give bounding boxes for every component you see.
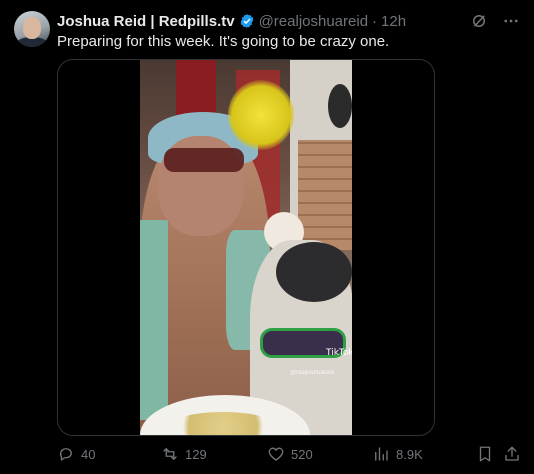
author-name[interactable]: Joshua Reid | Redpills.tv xyxy=(57,13,235,30)
verified-badge-icon xyxy=(239,13,255,29)
share-button[interactable] xyxy=(503,445,521,463)
author-avatar[interactable] xyxy=(14,11,50,47)
tweet-actions: 40 129 520 8.9K xyxy=(57,445,520,465)
tweet-top-actions xyxy=(470,12,520,30)
repost-count: 129 xyxy=(185,446,207,462)
dog-ears xyxy=(276,242,352,302)
like-count: 520 xyxy=(291,446,313,462)
bookmark-button[interactable] xyxy=(476,445,494,463)
grok-icon[interactable] xyxy=(470,12,488,30)
video-frame: TikTok @realjoshuareid xyxy=(140,60,352,435)
person-shirt xyxy=(140,220,168,420)
tweet-video[interactable]: TikTok @realjoshuareid xyxy=(57,59,435,436)
brick-fireplace xyxy=(298,140,352,250)
parrot xyxy=(228,80,294,150)
separator-dot: · xyxy=(372,12,378,30)
share-icon xyxy=(503,445,521,463)
views-button[interactable]: 8.9K xyxy=(372,445,423,463)
plate-food xyxy=(168,412,278,435)
views-icon xyxy=(372,445,390,463)
bookmark-icon xyxy=(476,445,494,463)
tweet-timestamp[interactable]: 12h xyxy=(381,13,406,30)
reply-icon xyxy=(57,445,75,463)
wall-clock xyxy=(328,84,352,128)
tweet-text: Preparing for this week. It's going to b… xyxy=(57,33,390,50)
more-icon[interactable] xyxy=(502,12,520,30)
repost-icon xyxy=(161,445,179,463)
tweet-header: Joshua Reid | Redpills.tv @realjoshuarei… xyxy=(57,11,474,31)
repost-button[interactable]: 129 xyxy=(161,445,207,463)
like-icon xyxy=(267,445,285,463)
reply-count: 40 xyxy=(81,446,96,462)
views-count: 8.9K xyxy=(396,446,423,462)
like-button[interactable]: 520 xyxy=(267,445,313,463)
reply-button[interactable]: 40 xyxy=(57,445,95,463)
tiktok-watermark-handle: @realjoshuareid xyxy=(290,370,334,376)
person-sunglasses xyxy=(164,148,244,172)
author-handle[interactable]: @realjoshuareid xyxy=(259,13,368,30)
avatar-face xyxy=(23,17,41,39)
tiktok-watermark: TikTok xyxy=(326,348,352,358)
